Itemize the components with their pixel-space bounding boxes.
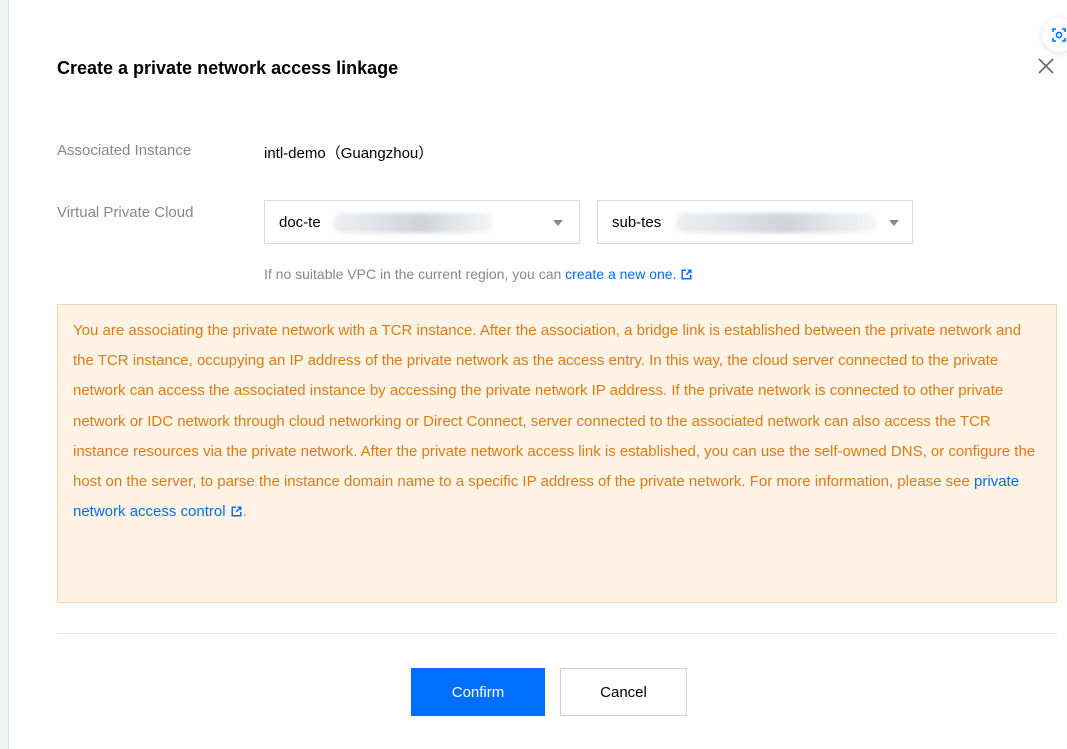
redacted-region: [333, 213, 493, 233]
vpc-select-value: doc-te: [279, 214, 321, 231]
notice-end: .: [242, 503, 247, 521]
subnet-select-value: sub-tes: [612, 214, 662, 231]
external-link-icon[interactable]: [680, 268, 693, 281]
close-button[interactable]: [1035, 55, 1057, 77]
vpc-hint: If no suitable VPC in the current region…: [264, 266, 693, 282]
footer-divider: [57, 633, 1057, 634]
cancel-button[interactable]: Cancel: [560, 668, 687, 716]
associated-instance-value: intl-demo（Guangzhou）: [264, 145, 434, 162]
create-vpc-link[interactable]: create a new one.: [565, 266, 676, 282]
background-edge: [0, 0, 9, 749]
close-icon: [1038, 58, 1054, 74]
subnet-select[interactable]: sub-tes: [597, 200, 913, 244]
scan-icon: [1052, 28, 1066, 42]
chevron-down-icon: [889, 220, 899, 226]
chevron-down-icon: [553, 220, 563, 226]
associated-instance-label: Associated Instance: [57, 142, 192, 159]
dialog-title: Create a private network access linkage: [57, 58, 399, 78]
vpc-label: Virtual Private Cloud: [57, 204, 194, 221]
vpc-select[interactable]: doc-te: [264, 200, 580, 244]
create-linkage-dialog: Create a private network access linkage …: [9, 0, 1067, 749]
external-link-icon[interactable]: [230, 505, 243, 518]
redacted-region: [676, 213, 876, 233]
confirm-button[interactable]: Confirm: [411, 668, 545, 716]
notice-box: You are associating the private network …: [57, 304, 1057, 603]
notice-text: You are associating the private network …: [73, 322, 1036, 491]
scan-button[interactable]: [1042, 18, 1067, 52]
vpc-hint-text: If no suitable VPC in the current region…: [264, 266, 566, 282]
